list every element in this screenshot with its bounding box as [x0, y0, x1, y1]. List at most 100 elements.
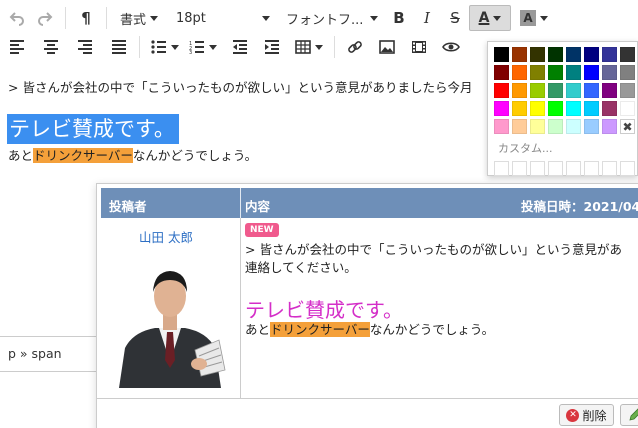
- undo-icon: [9, 12, 24, 26]
- color-swatch[interactable]: [620, 65, 635, 80]
- image-button[interactable]: [373, 34, 401, 60]
- author-name-link[interactable]: 山田 太郎: [139, 227, 193, 246]
- color-swatch[interactable]: [548, 65, 563, 80]
- color-swatch[interactable]: [602, 101, 617, 116]
- color-swatch[interactable]: [566, 83, 581, 98]
- color-swatch[interactable]: [548, 119, 563, 134]
- redo-button[interactable]: [31, 5, 59, 31]
- color-swatch[interactable]: [512, 65, 527, 80]
- media-button[interactable]: [405, 34, 433, 60]
- color-swatch[interactable]: [566, 119, 581, 134]
- color-swatch[interactable]: [602, 65, 617, 80]
- film-icon: [412, 41, 426, 53]
- color-swatch[interactable]: [584, 119, 599, 134]
- font-family-dropdown[interactable]: フォントフ...: [283, 5, 381, 31]
- footer-divider: [97, 398, 638, 399]
- color-swatch[interactable]: [566, 101, 581, 116]
- element-path[interactable]: p » span: [0, 336, 100, 372]
- color-swatch[interactable]: [494, 65, 509, 80]
- indent-icon: [265, 40, 279, 54]
- link-button[interactable]: [341, 34, 369, 60]
- italic-button[interactable]: I: [413, 5, 441, 31]
- table-button[interactable]: [290, 34, 328, 60]
- color-swatch[interactable]: [548, 101, 563, 116]
- preview-highlighted-text: ドリンクサーバー: [270, 322, 370, 337]
- delete-label: 削除: [582, 408, 607, 423]
- color-swatch[interactable]: [548, 83, 563, 98]
- column-divider: [240, 218, 241, 398]
- strikethrough-button[interactable]: S: [441, 5, 469, 31]
- font-size-dropdown[interactable]: 18pt: [173, 5, 273, 31]
- preview-table-header: 投稿者 内容 投稿日時：2021/04: [101, 188, 638, 218]
- svg-text:3: 3: [189, 50, 192, 54]
- color-swatch[interactable]: [602, 47, 617, 62]
- custom-color-slot[interactable]: [512, 161, 527, 176]
- color-swatch[interactable]: [620, 47, 635, 62]
- color-swatch[interactable]: [566, 65, 581, 80]
- custom-color-slot[interactable]: [620, 161, 635, 176]
- delete-button[interactable]: ✕ 削除: [559, 404, 614, 426]
- color-picker-panel: ✖ カスタム...: [487, 41, 638, 176]
- color-swatch[interactable]: [584, 47, 599, 62]
- custom-color-label[interactable]: カスタム...: [498, 140, 631, 156]
- color-swatch[interactable]: [530, 65, 545, 80]
- color-swatch[interactable]: [530, 47, 545, 62]
- color-swatch[interactable]: [602, 119, 617, 134]
- align-right-button[interactable]: [71, 34, 99, 60]
- custom-color-slot[interactable]: [584, 161, 599, 176]
- editor-highlighted-text: ドリンクサーバー: [33, 148, 133, 163]
- column-date: 投稿日時：2021/04: [521, 199, 638, 214]
- custom-color-slot[interactable]: [494, 161, 509, 176]
- preview-button[interactable]: [437, 34, 465, 60]
- color-swatch[interactable]: [584, 83, 599, 98]
- remove-color-icon[interactable]: ✖: [620, 119, 635, 134]
- color-swatch[interactable]: [548, 47, 563, 62]
- background-color-icon: A: [520, 10, 536, 26]
- color-swatch[interactable]: [512, 101, 527, 116]
- color-swatch[interactable]: [566, 47, 581, 62]
- edit-button[interactable]: [620, 404, 638, 426]
- color-swatch[interactable]: [494, 101, 509, 116]
- preview-line-3-pre: あと: [245, 322, 271, 337]
- custom-color-slot[interactable]: [602, 161, 617, 176]
- table-icon: [295, 40, 311, 54]
- align-left-button[interactable]: [3, 34, 31, 60]
- color-swatch[interactable]: [530, 101, 545, 116]
- chevron-down-icon: [315, 44, 323, 50]
- bullet-list-button[interactable]: [146, 34, 184, 60]
- custom-color-slot[interactable]: [548, 161, 563, 176]
- color-swatch[interactable]: [584, 101, 599, 116]
- color-swatch[interactable]: [512, 83, 527, 98]
- align-center-button[interactable]: [37, 34, 65, 60]
- undo-button[interactable]: [3, 5, 31, 31]
- text-color-button[interactable]: A: [469, 5, 511, 31]
- indent-button[interactable]: [258, 34, 286, 60]
- separator: [334, 36, 335, 58]
- color-swatch[interactable]: [620, 101, 635, 116]
- header-divider: [240, 188, 241, 218]
- color-swatch[interactable]: [494, 83, 509, 98]
- color-swatch[interactable]: [494, 119, 509, 134]
- format-dropdown[interactable]: 書式: [113, 5, 165, 31]
- color-swatch[interactable]: [512, 47, 527, 62]
- color-swatch[interactable]: [512, 119, 527, 134]
- chevron-down-icon: [209, 44, 217, 50]
- custom-color-slot[interactable]: [566, 161, 581, 176]
- numbered-list-button[interactable]: 123: [184, 34, 222, 60]
- paragraph-button[interactable]: ¶: [72, 5, 100, 31]
- align-justify-button[interactable]: [105, 34, 133, 60]
- color-swatch[interactable]: [530, 119, 545, 134]
- bold-button[interactable]: B: [385, 5, 413, 31]
- color-swatch[interactable]: [584, 65, 599, 80]
- custom-color-slot[interactable]: [530, 161, 545, 176]
- outdent-button[interactable]: [226, 34, 254, 60]
- color-swatch[interactable]: [494, 47, 509, 62]
- strikethrough-icon: S: [450, 9, 460, 27]
- color-swatch[interactable]: [530, 83, 545, 98]
- chevron-down-icon: [493, 15, 502, 21]
- column-author: 投稿者: [109, 199, 147, 214]
- align-center-icon: [44, 40, 58, 54]
- color-swatch[interactable]: [620, 83, 635, 98]
- background-color-button[interactable]: A: [514, 5, 554, 31]
- color-swatch[interactable]: [602, 83, 617, 98]
